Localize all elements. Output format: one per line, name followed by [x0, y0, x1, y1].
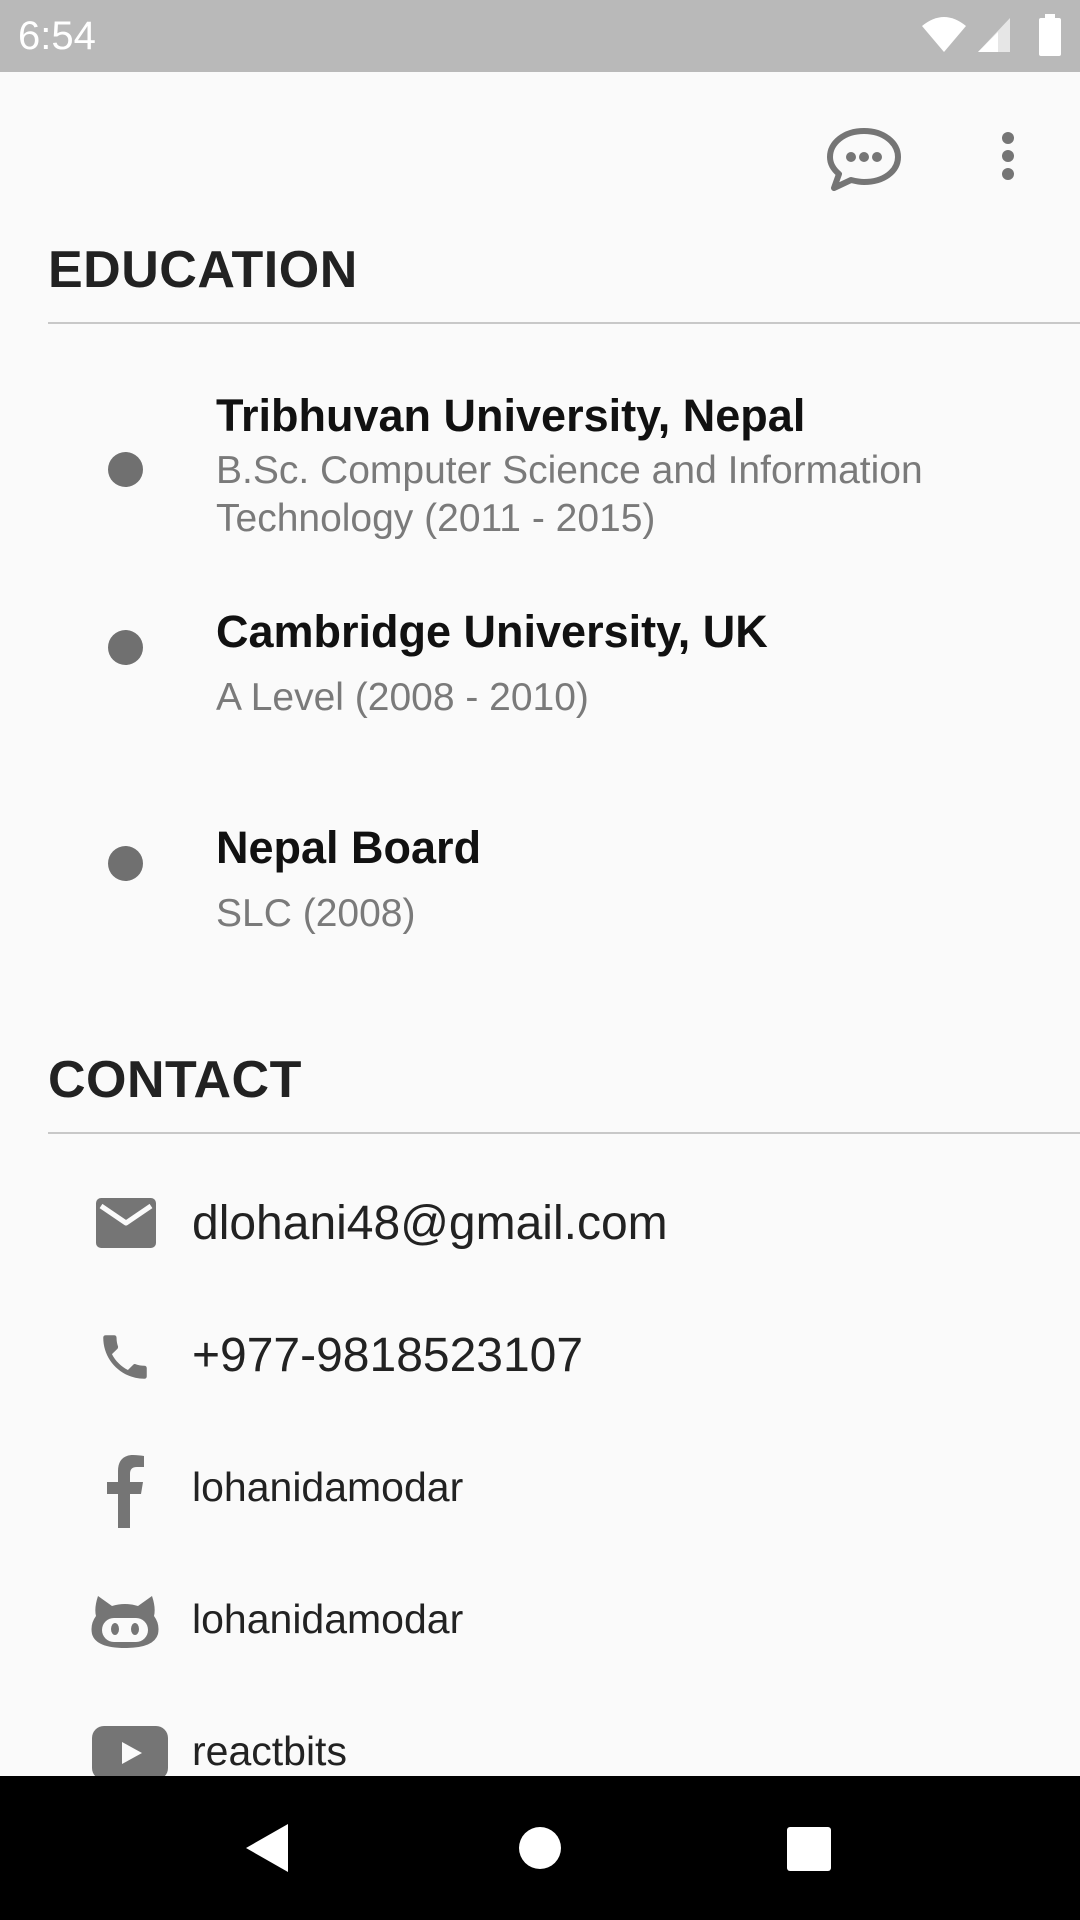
contact-facebook-label: lohanidamodar [192, 1464, 464, 1510]
recents-icon[interactable] [786, 1826, 832, 1872]
wifi-icon [922, 17, 966, 52]
education-heading: EDUCATION [48, 241, 358, 299]
phone-icon [103, 1335, 147, 1379]
cell-signal-icon [978, 18, 1010, 52]
facebook-icon [107, 1455, 144, 1528]
battery-icon [1039, 14, 1061, 56]
contact-divider [48, 1132, 1080, 1134]
education-item-title: Cambridge University, UK [216, 606, 768, 657]
contact-heading: CONTACT [48, 1051, 302, 1109]
education-item-subtitle: B.Sc. Computer Science and Information T… [216, 449, 923, 540]
email-icon [96, 1198, 156, 1248]
more-vert-icon[interactable] [996, 130, 1020, 186]
education-item-subtitle: A Level (2008 - 2010) [216, 676, 589, 719]
home-icon[interactable] [518, 1826, 562, 1870]
education-item-subtitle: SLC (2008) [216, 892, 416, 935]
contact-phone-label: +977-9818523107 [192, 1329, 584, 1382]
contact-email-label: dlohani48@gmail.com [192, 1197, 668, 1250]
back-icon[interactable] [244, 1822, 290, 1874]
contact-phone[interactable]: +977-9818523107 [0, 1304, 1080, 1404]
status-bar: 6:54 [0, 0, 1080, 72]
contact-github[interactable]: lohanidamodar [0, 1568, 1080, 1668]
education-item-title: Tribhuvan University, Nepal [216, 390, 806, 441]
chat-icon[interactable] [826, 126, 902, 192]
bullet-icon [108, 452, 143, 487]
bullet-icon [108, 846, 143, 881]
contact-email[interactable]: dlohani48@gmail.com [0, 1172, 1080, 1272]
contact-youtube-label: reactbits [192, 1728, 347, 1774]
status-time: 6:54 [18, 14, 96, 58]
contact-facebook[interactable]: lohanidamodar [0, 1436, 1080, 1536]
education-item-title: Nepal Board [216, 822, 482, 873]
bullet-icon [108, 630, 143, 665]
youtube-icon [92, 1726, 168, 1780]
github-icon [91, 1596, 159, 1648]
education-divider [48, 322, 1080, 324]
navigation-bar [0, 1776, 1080, 1920]
contact-github-label: lohanidamodar [192, 1596, 464, 1642]
